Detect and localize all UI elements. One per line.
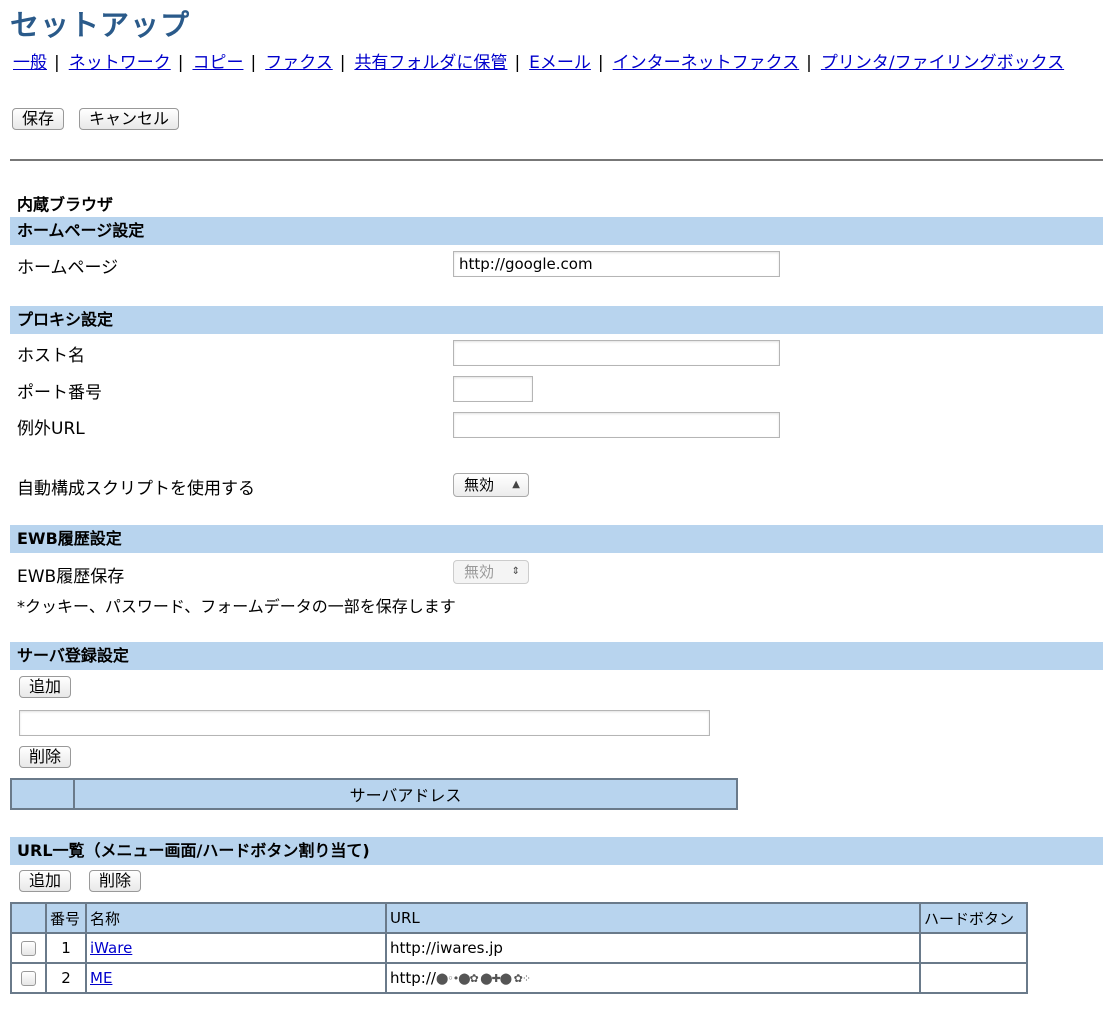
select-arrows-icon: ▲ bbox=[512, 479, 520, 490]
url-section-header: URL一覧（メニュー画面/ハードボタン割り当て) bbox=[10, 837, 1103, 865]
nav-printer-filing-box[interactable]: プリンタ/ファイリングボックス bbox=[821, 53, 1064, 73]
select-arrows-icon: ⇕ bbox=[511, 566, 520, 577]
row-url: http://iwares.jp bbox=[385, 932, 921, 964]
row-checkbox-cell bbox=[10, 962, 47, 994]
homepage-section-header: ホームページ設定 bbox=[10, 217, 1103, 245]
nav-separator: | bbox=[250, 53, 257, 73]
url-url-column-header: URL bbox=[385, 902, 921, 934]
url-add-button[interactable]: 追加 bbox=[19, 870, 72, 892]
proxy-exception-input[interactable] bbox=[453, 412, 780, 438]
url-no-column-header: 番号 bbox=[45, 902, 87, 934]
nav-shared-folder[interactable]: 共有フォルダに保管 bbox=[354, 53, 507, 73]
ewb-history-label: EWB履歴保存 bbox=[17, 567, 125, 587]
nav-separator: | bbox=[597, 53, 604, 73]
proxy-host-label: ホスト名 bbox=[17, 346, 85, 366]
ewb-history-select-value: 無効 bbox=[464, 563, 495, 581]
row-name-link[interactable]: iWare bbox=[90, 939, 132, 957]
row-no: 1 bbox=[45, 932, 87, 964]
server-add-button[interactable]: 追加 bbox=[19, 676, 72, 698]
row-hard-button bbox=[919, 962, 1028, 994]
url-select-column bbox=[10, 902, 47, 934]
row-url: http:// bbox=[390, 969, 436, 987]
ewb-note: *クッキー、パスワード、フォームデータの一部を保存します bbox=[17, 597, 456, 616]
nav-network[interactable]: ネットワーク bbox=[69, 53, 171, 73]
row-checkbox[interactable] bbox=[21, 941, 36, 956]
row-checkbox-cell bbox=[10, 932, 47, 964]
url-name-column-header: 名称 bbox=[85, 902, 387, 934]
nav-email[interactable]: Eメール bbox=[529, 53, 591, 73]
proxy-port-input[interactable] bbox=[453, 376, 533, 402]
nav-separator: | bbox=[339, 53, 346, 73]
url-table: 番号 名称 URL ハードボタン 1 iWare http://iwares.j… bbox=[10, 902, 1028, 994]
row-checkbox[interactable] bbox=[21, 971, 36, 986]
cancel-button[interactable]: キャンセル bbox=[79, 108, 180, 130]
proxy-port-label: ポート番号 bbox=[17, 383, 102, 403]
table-row: 2 ME http://⬤◦•⬤✿ ⬤✚⬤ ✿⁘ bbox=[10, 962, 1028, 994]
autoconfig-select[interactable]: 無効 ▲ bbox=[453, 473, 529, 497]
server-address-table: サーバアドレス bbox=[10, 778, 738, 810]
homepage-input[interactable] bbox=[453, 251, 780, 277]
server-address-column-header: サーバアドレス bbox=[73, 778, 738, 810]
server-select-column bbox=[10, 778, 75, 810]
ewb-history-select[interactable]: 無効 ⇕ bbox=[453, 560, 529, 584]
nav-separator: | bbox=[54, 53, 60, 73]
row-name-link[interactable]: ME bbox=[90, 969, 112, 987]
url-delete-button[interactable]: 削除 bbox=[89, 870, 142, 892]
nav-internet-fax[interactable]: インターネットファクス bbox=[613, 53, 800, 73]
nav-general[interactable]: 一般 bbox=[13, 53, 47, 73]
autoconfig-label: 自動構成スクリプトを使用する bbox=[17, 479, 255, 499]
homepage-label: ホームページ bbox=[17, 258, 119, 278]
nav-separator: | bbox=[806, 53, 812, 73]
redacted-url-mask-icon: ⬤◦•⬤✿ ⬤✚⬤ ✿⁘ bbox=[435, 972, 531, 985]
server-section-header: サーバ登録設定 bbox=[10, 642, 1103, 670]
proxy-exception-label: 例外URL bbox=[17, 419, 85, 439]
nav-separator: | bbox=[514, 53, 521, 73]
row-hard-button bbox=[919, 932, 1028, 964]
divider bbox=[10, 159, 1103, 161]
settings-nav: 一般 | ネットワーク | コピー | ファクス | 共有フォルダに保管 | Eメール | インターネッ… bbox=[13, 48, 1064, 73]
row-no: 2 bbox=[45, 962, 87, 994]
nav-copy[interactable]: コピー bbox=[192, 53, 243, 73]
page-title: セットアップ bbox=[10, 8, 191, 42]
browser-heading: 内蔵ブラウザ bbox=[17, 195, 114, 214]
row-url-cell: http://⬤◦•⬤✿ ⬤✚⬤ ✿⁘ bbox=[385, 962, 921, 994]
server-address-input[interactable] bbox=[19, 710, 710, 736]
ewb-section-header: EWB履歴設定 bbox=[10, 525, 1103, 553]
proxy-host-input[interactable] bbox=[453, 340, 780, 366]
table-row: 1 iWare http://iwares.jp bbox=[10, 932, 1028, 964]
proxy-section-header: プロキシ設定 bbox=[10, 306, 1103, 334]
url-hard-button-column-header: ハードボタン bbox=[919, 902, 1028, 934]
server-delete-button[interactable]: 削除 bbox=[19, 746, 72, 768]
nav-separator: | bbox=[177, 53, 184, 73]
nav-fax[interactable]: ファクス bbox=[265, 53, 333, 73]
autoconfig-select-value: 無効 bbox=[464, 476, 495, 494]
save-button[interactable]: 保存 bbox=[12, 108, 65, 130]
